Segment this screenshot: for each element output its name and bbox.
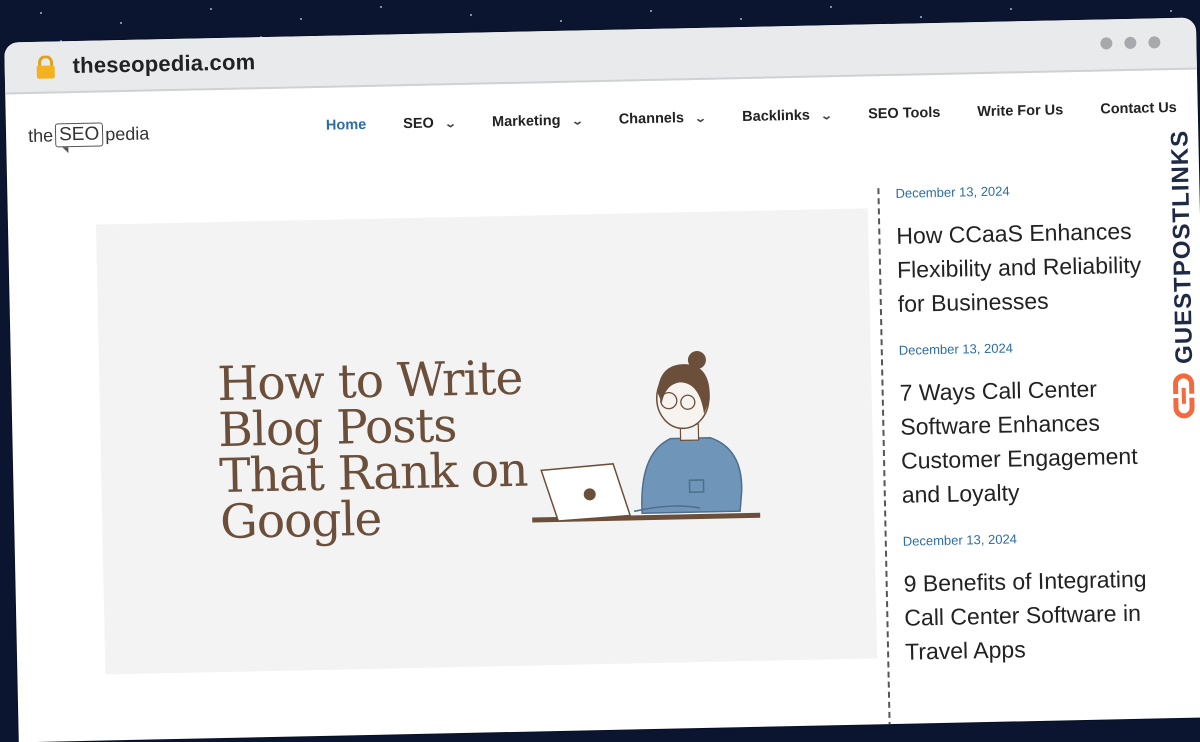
browser-window: theseopedia.com the SEO pedia HomeSEO⌄Ma…: [4, 18, 1200, 742]
sidebar-post: December 13, 2024 9 Benefits of Integrati…: [903, 528, 1176, 669]
post-date[interactable]: December 13, 2024: [903, 528, 1173, 549]
nav-item-contact-us[interactable]: Contact Us: [1100, 100, 1177, 118]
star: [470, 14, 472, 16]
nav-item-channels[interactable]: Channels ⌄: [619, 110, 706, 128]
chevron-down-icon[interactable]: ⌄: [694, 111, 707, 124]
person-laptop-illustration: [519, 341, 763, 536]
star: [920, 16, 922, 18]
nav-item-label: SEO Tools: [868, 105, 941, 123]
nav-item-marketing[interactable]: Marketing ⌄: [492, 112, 582, 130]
chevron-down-icon[interactable]: ⌄: [571, 114, 584, 127]
logo-text-left: the: [28, 125, 53, 147]
post-title[interactable]: How CCaaS Enhances Flexibility and Relia…: [896, 213, 1168, 321]
nav-item-backlinks[interactable]: Backlinks ⌄: [742, 107, 831, 125]
logo-text-right: pedia: [105, 123, 149, 145]
window-controls: [1100, 36, 1160, 49]
recent-posts: December 13, 2024 How CCaaS Enhances Flex…: [895, 180, 1176, 691]
nav-item-label: Contact Us: [1100, 100, 1177, 118]
post-title[interactable]: 9 Benefits of Integrating Call Center So…: [903, 561, 1175, 669]
nav-item-seo-tools[interactable]: SEO Tools: [868, 105, 941, 123]
window-dot[interactable]: [1100, 37, 1112, 49]
star: [830, 6, 832, 8]
sidebar-post: December 13, 2024 7 Ways Call Center Soft…: [899, 337, 1172, 512]
star: [120, 22, 122, 24]
hero-title: How to Write Blog Posts That Rank on Goo…: [217, 355, 541, 546]
website: the SEO pedia HomeSEO⌄Marketing⌄Channels…: [5, 70, 1200, 742]
star: [650, 10, 652, 12]
sidebar-post: December 13, 2024 How CCaaS Enhances Flex…: [895, 180, 1168, 321]
window-dot[interactable]: [1148, 36, 1160, 48]
post-title[interactable]: 7 Ways Call Center Software Enhances Cus…: [899, 370, 1172, 512]
lock-icon: [34, 55, 56, 79]
star: [300, 18, 302, 20]
chevron-down-icon[interactable]: ⌄: [820, 109, 833, 122]
star: [380, 6, 382, 8]
star: [1170, 10, 1172, 12]
star: [740, 18, 742, 20]
nav-item-seo[interactable]: SEO ⌄: [403, 115, 455, 132]
sidebar-divider: [877, 188, 891, 742]
nav-item-label: SEO: [403, 116, 434, 133]
star: [1010, 8, 1012, 10]
nav-item-write-for-us[interactable]: Write For Us: [977, 102, 1063, 120]
link-chain-icon: [1169, 370, 1198, 423]
post-date[interactable]: December 13, 2024: [895, 180, 1165, 201]
logo-text-box: SEO: [55, 122, 104, 147]
guestpostlinks-watermark: GUESTPOSTLINKS: [1166, 130, 1199, 365]
window-dot[interactable]: [1124, 37, 1136, 49]
nav-item-label: Channels: [619, 110, 685, 127]
hero-image[interactable]: How to Write Blog Posts That Rank on Goo…: [96, 208, 877, 674]
chevron-down-icon[interactable]: ⌄: [444, 117, 457, 130]
star: [560, 20, 562, 22]
site-logo[interactable]: the SEO pedia: [28, 121, 150, 148]
post-date[interactable]: December 13, 2024: [899, 337, 1169, 358]
nav-item-label: Marketing: [492, 113, 561, 130]
star: [40, 12, 42, 14]
nav-item-home[interactable]: Home: [326, 117, 367, 134]
star: [210, 8, 212, 10]
nav-item-label: Write For Us: [977, 102, 1063, 120]
nav-item-label: Home: [326, 117, 367, 134]
main-nav: HomeSEO⌄Marketing⌄Channels⌄Backlinks⌄SEO…: [326, 99, 1200, 134]
nav-item-label: Backlinks: [742, 108, 810, 125]
address-bar-url[interactable]: theseopedia.com: [72, 49, 255, 79]
